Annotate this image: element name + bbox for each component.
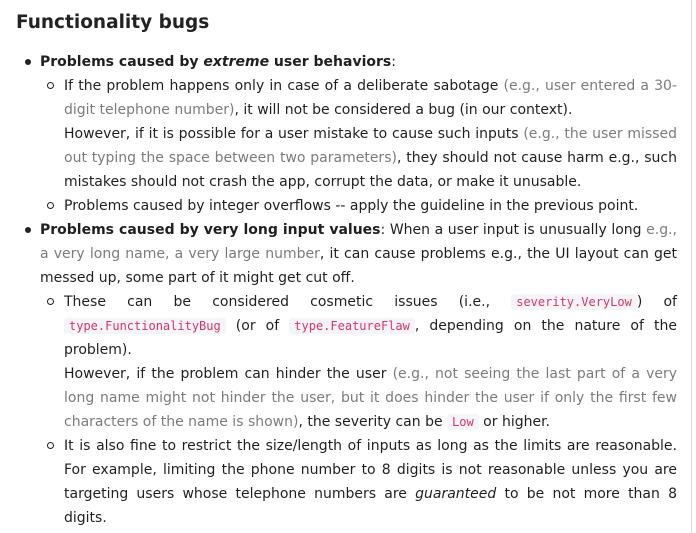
document-content: Functionality bugs Problems caused by ex… (16, 10, 677, 530)
list-item-extreme-behaviors: Problems caused by extreme user behavior… (16, 50, 677, 218)
item-title: Problems caused by extreme user behavior… (40, 54, 392, 70)
sublist: These can be considered cosmetic issues … (40, 290, 677, 530)
sublist: If the problem happens only in case of a… (40, 74, 677, 218)
code-severity-verylow: severity.VeryLow (511, 294, 637, 310)
section-heading: Functionality bugs (16, 12, 210, 33)
item-title: Problems caused by very long input value… (40, 222, 381, 238)
right-divider (691, 0, 692, 533)
sublist-item-sabotage: If the problem happens only in case of a… (40, 74, 677, 194)
code-low: Low (447, 414, 479, 430)
code-type-featureflaw: type.FeatureFlaw (289, 318, 415, 334)
list-item-long-inputs: Problems caused by very long input value… (16, 218, 677, 530)
code-type-functionalitybug: type.FunctionalityBug (64, 318, 226, 334)
bug-list: Problems caused by extreme user behavior… (16, 50, 677, 530)
sublist-item-cosmetic: These can be considered cosmetic issues … (40, 290, 677, 434)
sublist-item-restrict: It is also fine to restrict the size/len… (40, 434, 677, 530)
sublist-item-overflow: Problems caused by integer overflows -- … (40, 194, 677, 218)
